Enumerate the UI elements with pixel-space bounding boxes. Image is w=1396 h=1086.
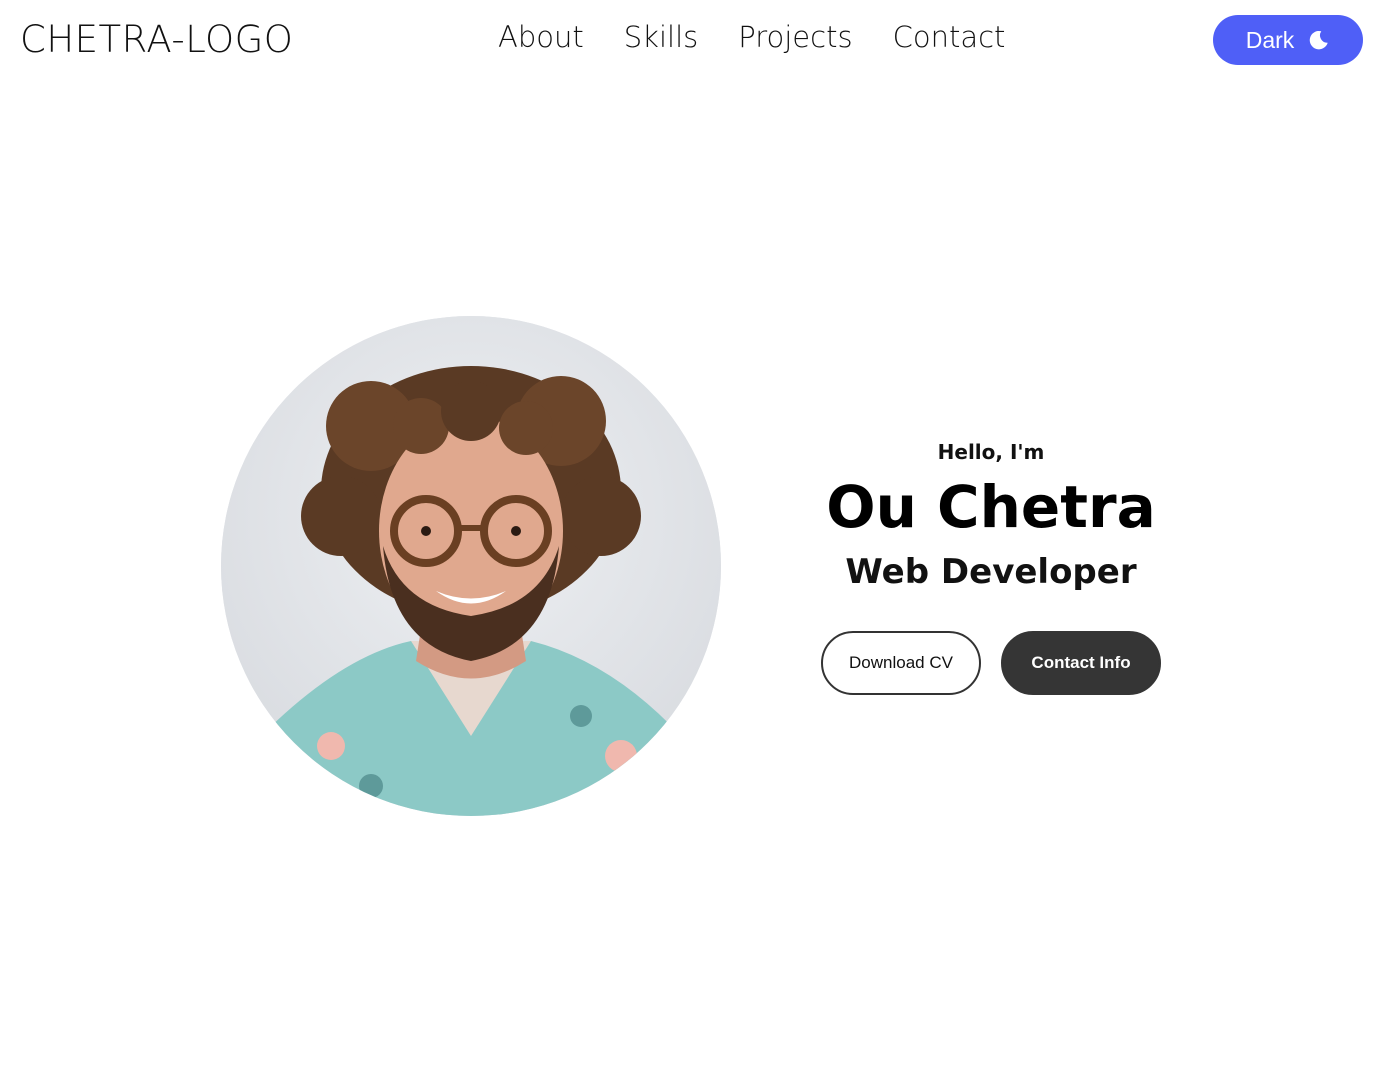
download-cv-button[interactable]: Download CV (821, 631, 981, 695)
nav-links: About Skills Projects Contact (498, 20, 1005, 54)
dark-mode-toggle[interactable]: Dark (1213, 15, 1363, 65)
profile-portrait-illustration (221, 316, 721, 816)
profile-photo (221, 316, 721, 816)
hero-actions: Download CV Contact Info (821, 631, 1161, 695)
nav-link-contact[interactable]: Contact (893, 20, 1006, 54)
hero-role: Web Developer (845, 551, 1137, 592)
top-nav: CHETRA-LOGO About Skills Projects Contac… (0, 0, 1396, 80)
theme-toggle-label: Dark (1245, 26, 1295, 53)
nav-link-skills[interactable]: Skills (624, 20, 698, 54)
nav-link-about[interactable]: About (498, 20, 584, 54)
hero-intro: Hello, I'm Ou Chetra Web Developer (791, 436, 1191, 592)
hero-greeting: Hello, I'm (937, 440, 1045, 464)
site-logo[interactable]: CHETRA-LOGO (20, 18, 293, 61)
nav-link-projects[interactable]: Projects (738, 20, 852, 54)
hero-name: Ou Chetra (826, 473, 1156, 541)
moon-icon (1310, 30, 1328, 50)
contact-info-button[interactable]: Contact Info (1001, 631, 1161, 695)
